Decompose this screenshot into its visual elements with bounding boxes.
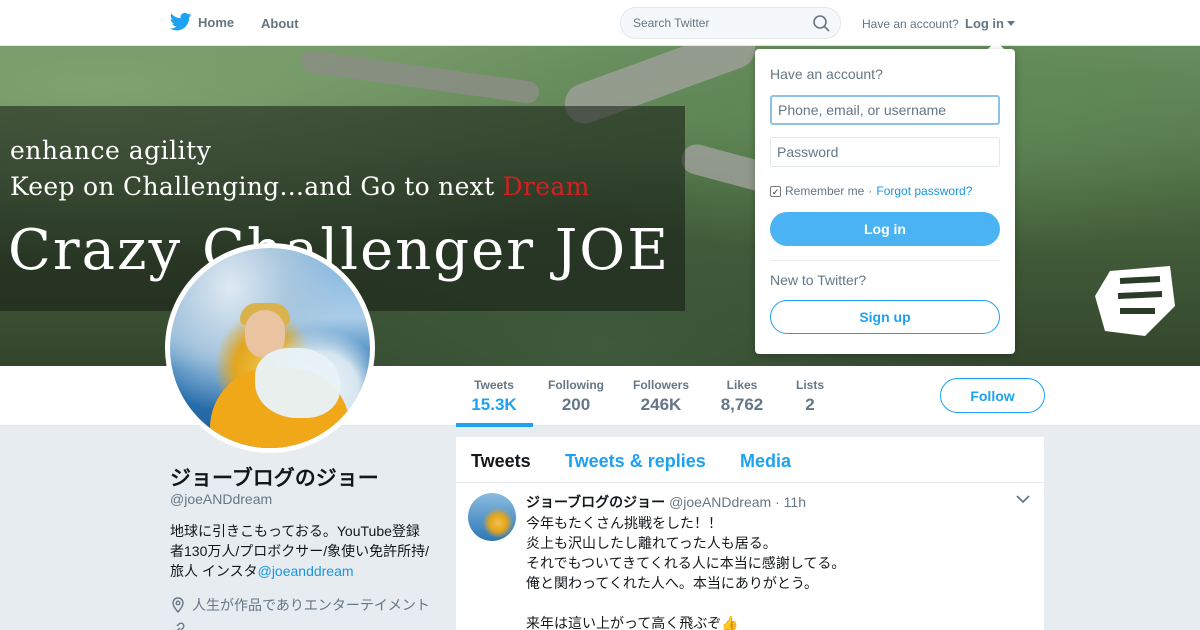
stat-label: Followers <box>632 378 689 392</box>
active-stat-underline <box>456 423 533 427</box>
stat-followers[interactable]: Followers 246K <box>631 378 691 415</box>
search-box[interactable] <box>620 7 841 39</box>
stat-value: 2 <box>805 395 815 414</box>
tab-tweets-replies[interactable]: Tweets & replies <box>565 451 706 472</box>
banner-line-1: enhance agility <box>10 136 212 165</box>
avatar-ice <box>255 348 340 418</box>
remember-separator: · <box>868 184 873 198</box>
stat-value: 246K <box>640 395 682 414</box>
tweet-author-handle[interactable]: @joeANDdream <box>669 494 771 510</box>
remember-me-checkbox[interactable]: ✓ <box>770 185 781 197</box>
tweet-line: 今年もたくさん挑戦をした！！ <box>526 515 722 531</box>
profile-avatar[interactable] <box>165 243 375 453</box>
password-field[interactable] <box>770 137 1000 167</box>
login-dropdown-toggle[interactable]: Log in <box>965 16 1015 31</box>
stat-tweets[interactable]: Tweets 15.3K <box>470 378 518 415</box>
forgot-password-link[interactable]: Forgot password? <box>876 184 972 198</box>
timeline-tabs: Tweets Tweets & replies Media <box>456 437 1044 483</box>
location-pin-icon <box>172 597 184 613</box>
tab-media[interactable]: Media <box>740 451 791 472</box>
dropdown-divider <box>770 260 1000 261</box>
tweet-timestamp[interactable]: 11h <box>784 494 806 510</box>
tweet-line: 俺と関わってくれた人へ。本当にありがとう。 <box>526 575 819 591</box>
stat-label: Likes <box>726 378 758 392</box>
stat-value: 15.3K <box>471 395 517 414</box>
fist-logo-icon <box>1095 266 1175 336</box>
nav-home-label: Home <box>198 14 235 30</box>
have-account-text: Have an account? <box>862 17 959 31</box>
search-input[interactable] <box>633 16 808 30</box>
tweet-line: 炎上も沢山したし離れてった人も居る。 <box>526 535 777 551</box>
nav-about-link[interactable]: About <box>261 16 299 31</box>
tweet-avatar[interactable] <box>468 493 516 541</box>
stat-value: 200 <box>561 395 591 414</box>
stat-likes[interactable]: Likes 8,762 <box>717 378 767 415</box>
search-icon[interactable] <box>813 15 830 32</box>
stat-label: Following <box>548 378 604 392</box>
dropdown-title: Have an account? <box>770 66 883 82</box>
caret-down-icon <box>1007 21 1015 26</box>
top-navigation-bar: Home About Have an account? Log in <box>0 0 1200 46</box>
timeline: Tweets Tweets & replies Media ジョーブログのジョー… <box>456 437 1044 630</box>
profile-name[interactable]: ジョーブログのジョー <box>170 462 379 492</box>
banner-dream-word: Dream <box>502 172 590 201</box>
new-to-twitter-text: New to Twitter? <box>770 272 867 288</box>
stat-following[interactable]: Following 200 <box>546 378 606 415</box>
profile-handle[interactable]: @joeANDdream <box>170 491 272 507</box>
profile-website[interactable] <box>170 622 186 630</box>
twitter-bird-icon <box>170 12 192 31</box>
username-field[interactable] <box>770 95 1000 125</box>
remember-me-row: ✓ Remember me · Forgot password? <box>770 184 972 198</box>
tweet-header: ジョーブログのジョー @joeANDdream · 11h <box>526 492 806 512</box>
profile-location: 人生が作品でありエンターテイメント <box>170 595 430 615</box>
stat-lists[interactable]: Lists 2 <box>793 378 827 415</box>
tweet-line: それでもついてきてくれる人に本当に感謝してる。 <box>526 555 846 571</box>
remember-me-label[interactable]: Remember me <box>785 184 864 198</box>
follow-button[interactable]: Follow <box>940 378 1045 413</box>
tweet-separator: · <box>775 494 780 510</box>
nav-home-link[interactable]: Home <box>170 12 234 32</box>
login-button[interactable]: Log in <box>770 212 1000 246</box>
tweet-line <box>526 593 1026 613</box>
banner-line-2-text: Keep on Challenging...and Go to next <box>10 172 503 201</box>
login-dropdown: Have an account? ✓ Remember me · Forgot … <box>755 49 1015 354</box>
stat-value: 8,762 <box>720 395 764 414</box>
tweet-line: 来年は這い上がって高く飛ぶぞ👍 <box>526 615 739 630</box>
signup-button[interactable]: Sign up <box>770 300 1000 334</box>
profile-bio: 地球に引きこもっておる。YouTube登録者130万人/プロボクサー/象使い免許… <box>170 521 432 581</box>
tab-tweets[interactable]: Tweets <box>471 451 531 472</box>
dropdown-arrow <box>988 41 1004 49</box>
link-icon <box>174 622 185 630</box>
banner-line-2: Keep on Challenging...and Go to next Dre… <box>10 172 590 201</box>
tweet-options-chevron-icon[interactable] <box>1016 495 1030 504</box>
login-label: Log in <box>965 16 1004 31</box>
banner-branch <box>299 49 541 105</box>
tweet-text: 今年もたくさん挑戦をした！！ 炎上も沢山したし離れてった人も居る。 それでもつい… <box>526 513 1026 630</box>
bio-instagram-link[interactable]: @joeanddream <box>258 563 354 579</box>
tweet-author-name[interactable]: ジョーブログのジョー <box>526 494 665 510</box>
location-text: 人生が作品でありエンターテイメント <box>192 597 430 613</box>
stat-label: Tweets <box>474 378 514 392</box>
stat-label: Lists <box>795 378 824 392</box>
